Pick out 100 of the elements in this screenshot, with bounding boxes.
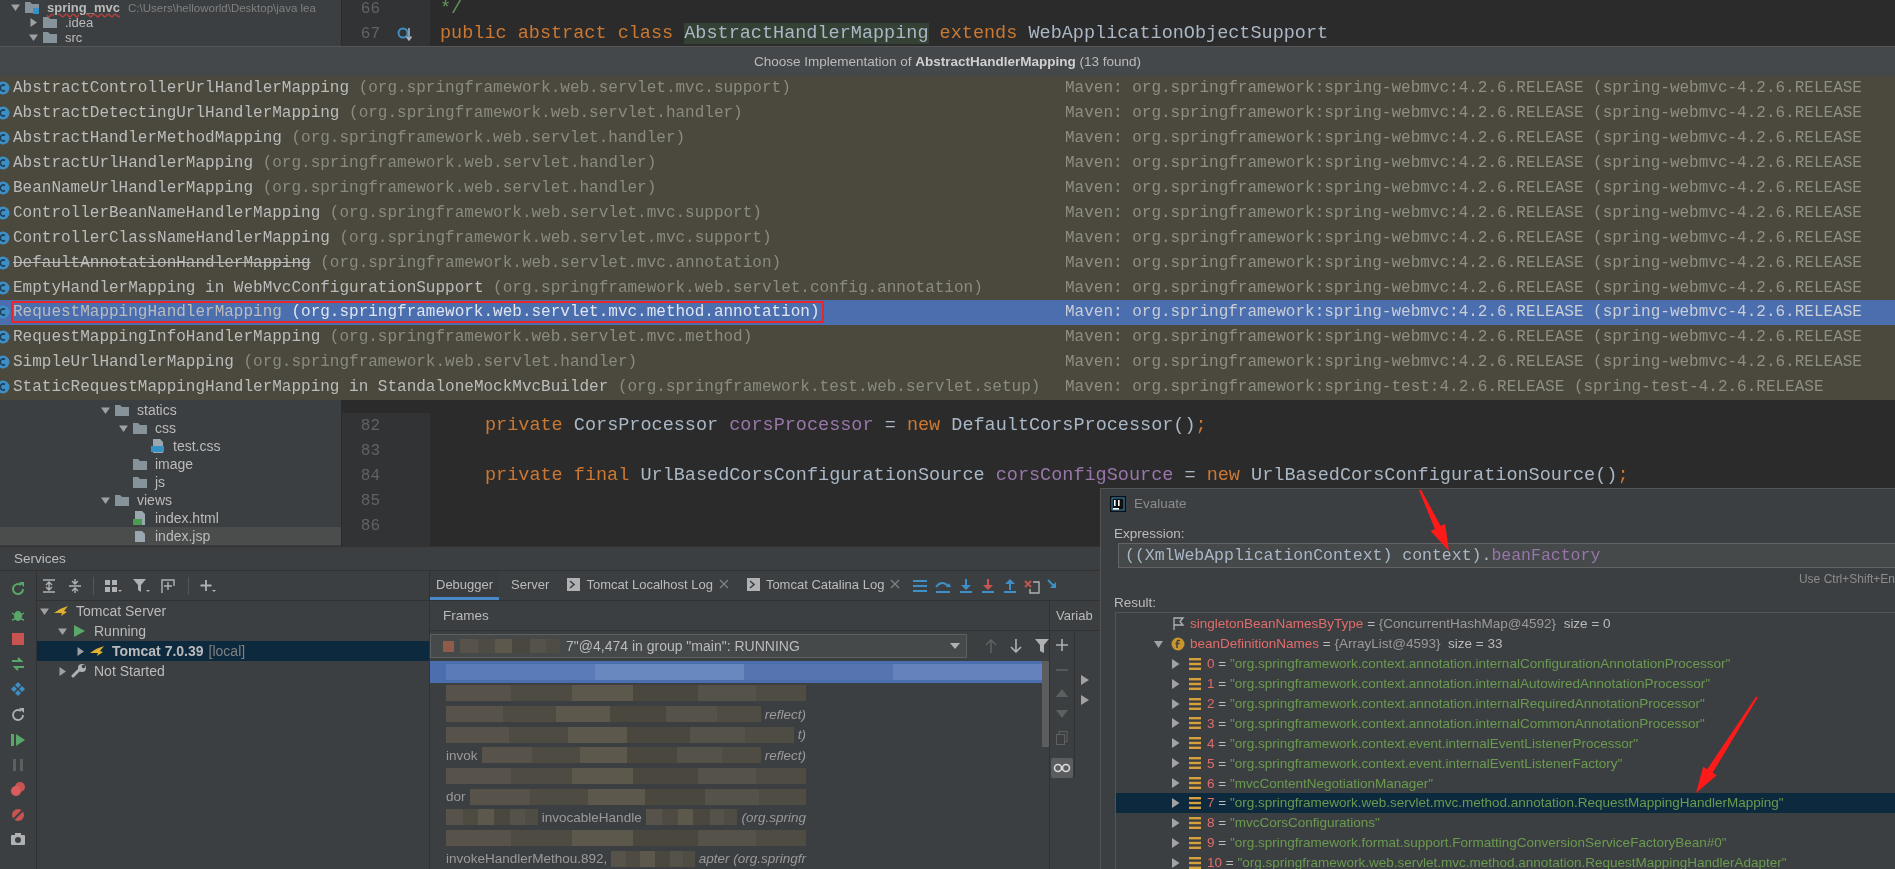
frame-text: apter (org.springfr — [698, 851, 806, 867]
frame-text: invokeHandlerMethou.892, — [446, 851, 608, 867]
frame-row[interactable]: t) — [430, 724, 806, 746]
frame-row[interactable]: invocableHandle (org.spring — [430, 807, 806, 828]
variable-row[interactable]: singletonBeanNamesByType = {ConcurrentHashMap@4592} size = 0 — [1116, 614, 1895, 634]
implementation-item[interactable]: AbstractHandlerMethodMapping (org.springframework.web.servlet.handler) Maven: org.springframework:spring-webmvc:4.2.6.RELEASE (spring-webmvc-4.2.6.RELEASE — [0, 125, 1895, 151]
panel-title: Variab — [1056, 608, 1093, 623]
tree-item[interactable]: image — [0, 455, 341, 473]
package-name: (org.springframework.web.servlet.mvc.support) — [339, 228, 772, 247]
frame-text: reflect) — [764, 706, 806, 722]
library-name: Maven: org.springframework:spring-webmvc:4.2.6.RELEASE (spring-webmvc-4.2.6.RELEASE — [1065, 79, 1862, 98]
implementation-item[interactable]: ControllerBeanNameHandlerMapping (org.springframework.web.servlet.mvc.support) Maven: org.springframework:spring-webmvc:4.2.6.RELEASE (spring-webmvc-4.2.6.RELEASE — [0, 200, 1895, 226]
class-name: AbstractUrlHandlerMapping — [13, 154, 254, 173]
variable-row[interactable]: beanDefinitionNames = {ArrayList@4593} size = 33 — [1116, 633, 1895, 654]
class-name: ControllerClassNameHandlerMapping — [13, 228, 330, 247]
class-name: BeanNameUrlHandlerMapping — [13, 179, 254, 197]
package-name: (org.springframework.web.servlet.mvc.method) — [329, 328, 753, 347]
tab[interactable]: Tomcat Catalina Log — [740, 571, 907, 600]
tree-item[interactable]: src — [0, 30, 341, 45]
frame-row[interactable]: reflect) — [430, 703, 806, 725]
implementation-item[interactable]: AbstractDetectingUrlHandlerMapping (org.springframework.web.servlet.handler) Maven: org.springframework:spring-webmvc:4.2.6.RELEASE (spring-webmvc-4.2.6.RELEASE — [0, 100, 1895, 126]
implementation-item[interactable]: BeanNameUrlHandlerMapping (org.springframework.web.servlet.handler) Maven: org.springframework:spring-webmvc:4.2.6.RELEASE (spring-webmvc-4.2.6.RELEASE — [0, 175, 1895, 201]
library-name: Maven: org.springframework:spring-webmvc:4.2.6.RELEASE (spring-webmvc-4.2.6.RELEASE — [1065, 179, 1862, 197]
class-name: AbstractControllerUrlHandlerMapping — [13, 79, 350, 98]
class-name: EmptyHandlerMapping in WebMvcConfigurationSupport — [13, 278, 484, 297]
frame-row[interactable]: invokeHandlerMethou.892, apter (org.springfr — [430, 848, 806, 869]
variable-row[interactable]: 4 = "org.springframework.context.event.internalEventListenerProcessor" — [1116, 733, 1895, 754]
variable-row[interactable]: 9 = "org.springframework.format.support.FormattingConversionServiceFactoryBean#0" — [1116, 832, 1895, 853]
code-line: public abstract class AbstractHandlerMapping extends WebApplicationObjectSupport — [440, 22, 1330, 46]
variable-row[interactable]: 1 = "org.springframework.context.annotation.internalAutowiredAnnotationProcessor" — [1116, 673, 1895, 694]
code-line: private final UrlBasedCorsConfigurationSource corsConfigSource = new UrlBasedCorsConfigurationSource(); — [485, 464, 1630, 488]
library-name: Maven: org.springframework:spring-webmvc:4.2.6.RELEASE (spring-webmvc-4.2.6.RELEASE — [1065, 154, 1862, 173]
class-name: AbstractHandlerMethodMapping — [13, 129, 282, 148]
tab[interactable]: Server — [505, 571, 556, 600]
implementation-item[interactable]: AbstractControllerUrlHandlerMapping (org.springframework.web.servlet.mvc.support) Maven: org.springframework:spring-webmvc:4.2.6.RELEASE (spring-webmvc-4.2.6.RELEASE — [0, 76, 1895, 101]
tree-item[interactable]: spring_mvc C:\Users\helloworld\Desktop\java lea — [0, 0, 341, 15]
thread-dropdown[interactable]: 7"@4,474 in group "main": RUNNING — [430, 634, 968, 658]
variable-row[interactable]: 3 = "org.springframework.context.annotation.internalCommonAnnotationProcessor" — [1116, 713, 1895, 734]
tree-item[interactable]: Tomcat Server — [37, 601, 429, 621]
tree-item[interactable]: css — [0, 419, 341, 437]
library-name: Maven: org.springframework:spring-webmvc:4.2.6.RELEASE (spring-webmvc-4.2.6.RELEASE — [1065, 303, 1862, 322]
tab[interactable]: Tomcat Localhost Log — [561, 571, 735, 600]
tree-item[interactable]: views — [0, 491, 341, 509]
frame-text: t) — [797, 727, 806, 743]
tree-item[interactable]: statics — [0, 401, 341, 419]
package-name: (org.springframework.web.servlet.mvc.support) — [358, 79, 791, 98]
implementation-item[interactable]: RequestMappingInfoHandlerMapping (org.springframework.web.servlet.mvc.method) Maven: org.springframework:spring-webmvc:4.2.6.RELEASE (spring-webmvc-4.2.6.RELEASE — [0, 324, 1895, 350]
frame-row[interactable]: invok reflect) — [430, 745, 806, 766]
dialog-title: Evaluate — [1134, 496, 1187, 511]
code-line: */ — [440, 0, 464, 21]
expression-field[interactable]: ((XmlWebApplicationContext) context).beanFactory — [1118, 543, 1895, 568]
tree-note: [local] — [208, 643, 246, 659]
library-name: Maven: org.springframework:spring-webmvc:4.2.6.RELEASE (spring-webmvc-4.2.6.RELEASE — [1065, 203, 1862, 222]
frame-text: dor — [446, 789, 466, 805]
variable-row[interactable]: 8 = "mvcCorsConfigurations" — [1116, 812, 1895, 833]
tree-item[interactable]: index.html — [0, 509, 341, 527]
package-name: (org.springframework.web.servlet.handler) — [291, 129, 686, 148]
variable-row[interactable]: 10 = "org.springframework.web.servlet.mvc.method.annotation.RequestMappingHandlerAdapter" — [1116, 852, 1895, 869]
package-name: (org.springframework.test.web.servlet.setup) — [617, 378, 1041, 397]
library-name: Maven: org.springframework:spring-webmvc:4.2.6.RELEASE (spring-webmvc-4.2.6.RELEASE — [1065, 129, 1862, 148]
implementation-item[interactable]: AbstractUrlHandlerMapping (org.springframework.web.servlet.handler) Maven: org.springframework:spring-webmvc:4.2.6.RELEASE (spring-webmvc-4.2.6.RELEASE — [0, 150, 1895, 176]
frame-text: invok — [446, 747, 478, 763]
implementation-item[interactable]: ControllerClassNameHandlerMapping (org.springframework.web.servlet.mvc.support) Maven: org.springframework:spring-webmvc:4.2.6.RELEASE (spring-webmvc-4.2.6.RELEASE — [0, 225, 1895, 251]
library-name: Maven: org.springframework:spring-webmvc:4.2.6.RELEASE (spring-webmvc-4.2.6.RELEASE — [1065, 253, 1862, 272]
tree-item[interactable]: js — [0, 473, 341, 491]
tree-item[interactable]: Not Started — [37, 661, 429, 681]
tree-item[interactable]: index.jsp — [0, 527, 341, 545]
variable-row[interactable]: 7 = "org.springframework.web.servlet.mvc.method.annotation.RequestMappingHandlerMapping" — [1116, 793, 1895, 813]
variable-row[interactable]: 2 = "org.springframework.context.annotation.internalRequiredAnnotationProcessor" — [1116, 693, 1895, 714]
package-name: (org.springframework.web.servlet.handler) — [262, 154, 657, 173]
implementation-item[interactable]: SimpleUrlHandlerMapping (org.springframework.web.servlet.handler) Maven: org.springframework:spring-webmvc:4.2.6.RELEASE (spring-webmvc-4.2.6.RELEASE — [0, 349, 1895, 375]
library-name: Maven: org.springframework:spring-webmvc:4.2.6.RELEASE (spring-webmvc-4.2.6.RELEASE — [1065, 328, 1862, 347]
frame-text: (org.spring — [741, 809, 806, 825]
package-name: (org.springframework.web.servlet.mvc.annotation) — [320, 253, 782, 272]
library-name: Maven: org.springframework:spring-webmvc:4.2.6.RELEASE (spring-webmvc-4.2.6.RELEASE — [1065, 278, 1862, 297]
implementation-item[interactable]: RequestMappingHandlerMapping (org.springframework.web.servlet.mvc.method.annotation) Maven: org.springframework:spring-webmvc:4.2.6.RELEASE (spring-webmvc-4.2.6.RELEASE — [0, 300, 1895, 325]
tree-item[interactable]: Tomcat 7.0.39 [local] — [37, 641, 429, 661]
field-label: Expression: — [1114, 525, 1185, 541]
implementation-item[interactable]: EmptyHandlerMapping in WebMvcConfigurationSupport (org.springframework.web.servlet.config.annotation) Maven: org.springframework:spring-webmvc:4.2.6.RELEASE (spring-webmvc-4.2.6.RELEASE — [0, 275, 1895, 300]
package-name: (org.springframework.web.servlet.handler) — [262, 179, 657, 197]
package-name: (org.springframework.web.servlet.mvc.support) — [329, 203, 762, 222]
variable-row[interactable]: 0 = "org.springframework.context.annotation.internalConfigurationAnnotationProcessor" — [1116, 653, 1895, 674]
library-name: Maven: org.springframework:spring-webmvc:4.2.6.RELEASE (spring-webmvc-4.2.6.RELEASE — [1065, 228, 1862, 247]
frame-row[interactable]: dor — [430, 786, 806, 808]
popup-title: Choose Implementation of AbstractHandlerMapping (13 found) — [0, 47, 1895, 76]
class-name: DefaultAnnotationHandlerMapping — [13, 253, 311, 272]
package-name: (org.springframework.web.servlet.mvc.method.annotation) — [291, 303, 820, 322]
tree-item[interactable]: test.css — [0, 437, 341, 455]
implementation-item[interactable]: DefaultAnnotationHandlerMapping (org.springframework.web.servlet.mvc.annotation) Maven: org.springframework:spring-webmvc:4.2.6.RELEASE (spring-webmvc-4.2.6.RELEASE — [0, 250, 1895, 276]
frame-text: reflect) — [764, 747, 806, 763]
variable-row[interactable]: 5 = "org.springframework.context.event.internalEventListenerFactory" — [1116, 753, 1895, 774]
library-name: Maven: org.springframework:spring-test:4.2.6.RELEASE (spring-test-4.2.6.RELEASE — [1065, 378, 1824, 397]
variable-row[interactable]: 6 = "mvcContentNegotiationManager" — [1116, 773, 1895, 793]
frame-text: invocableHandle — [541, 809, 642, 825]
tree-item[interactable]: Running — [37, 621, 429, 641]
class-name: RequestMappingInfoHandlerMapping — [13, 328, 321, 347]
panel-title: Frames — [443, 608, 489, 623]
implementation-item[interactable]: StaticRequestMappingHandlerMapping in StandaloneMockMvcBuilder (org.springframework.test.web.servlet.setup) Maven: org.springframework:spring-test:4.2.6.RELEASE (spring-test-4.2.6.RELEASE — [0, 374, 1895, 400]
class-name: AbstractDetectingUrlHandlerMapping — [13, 104, 340, 123]
tree-item[interactable]: .idea — [0, 15, 341, 30]
